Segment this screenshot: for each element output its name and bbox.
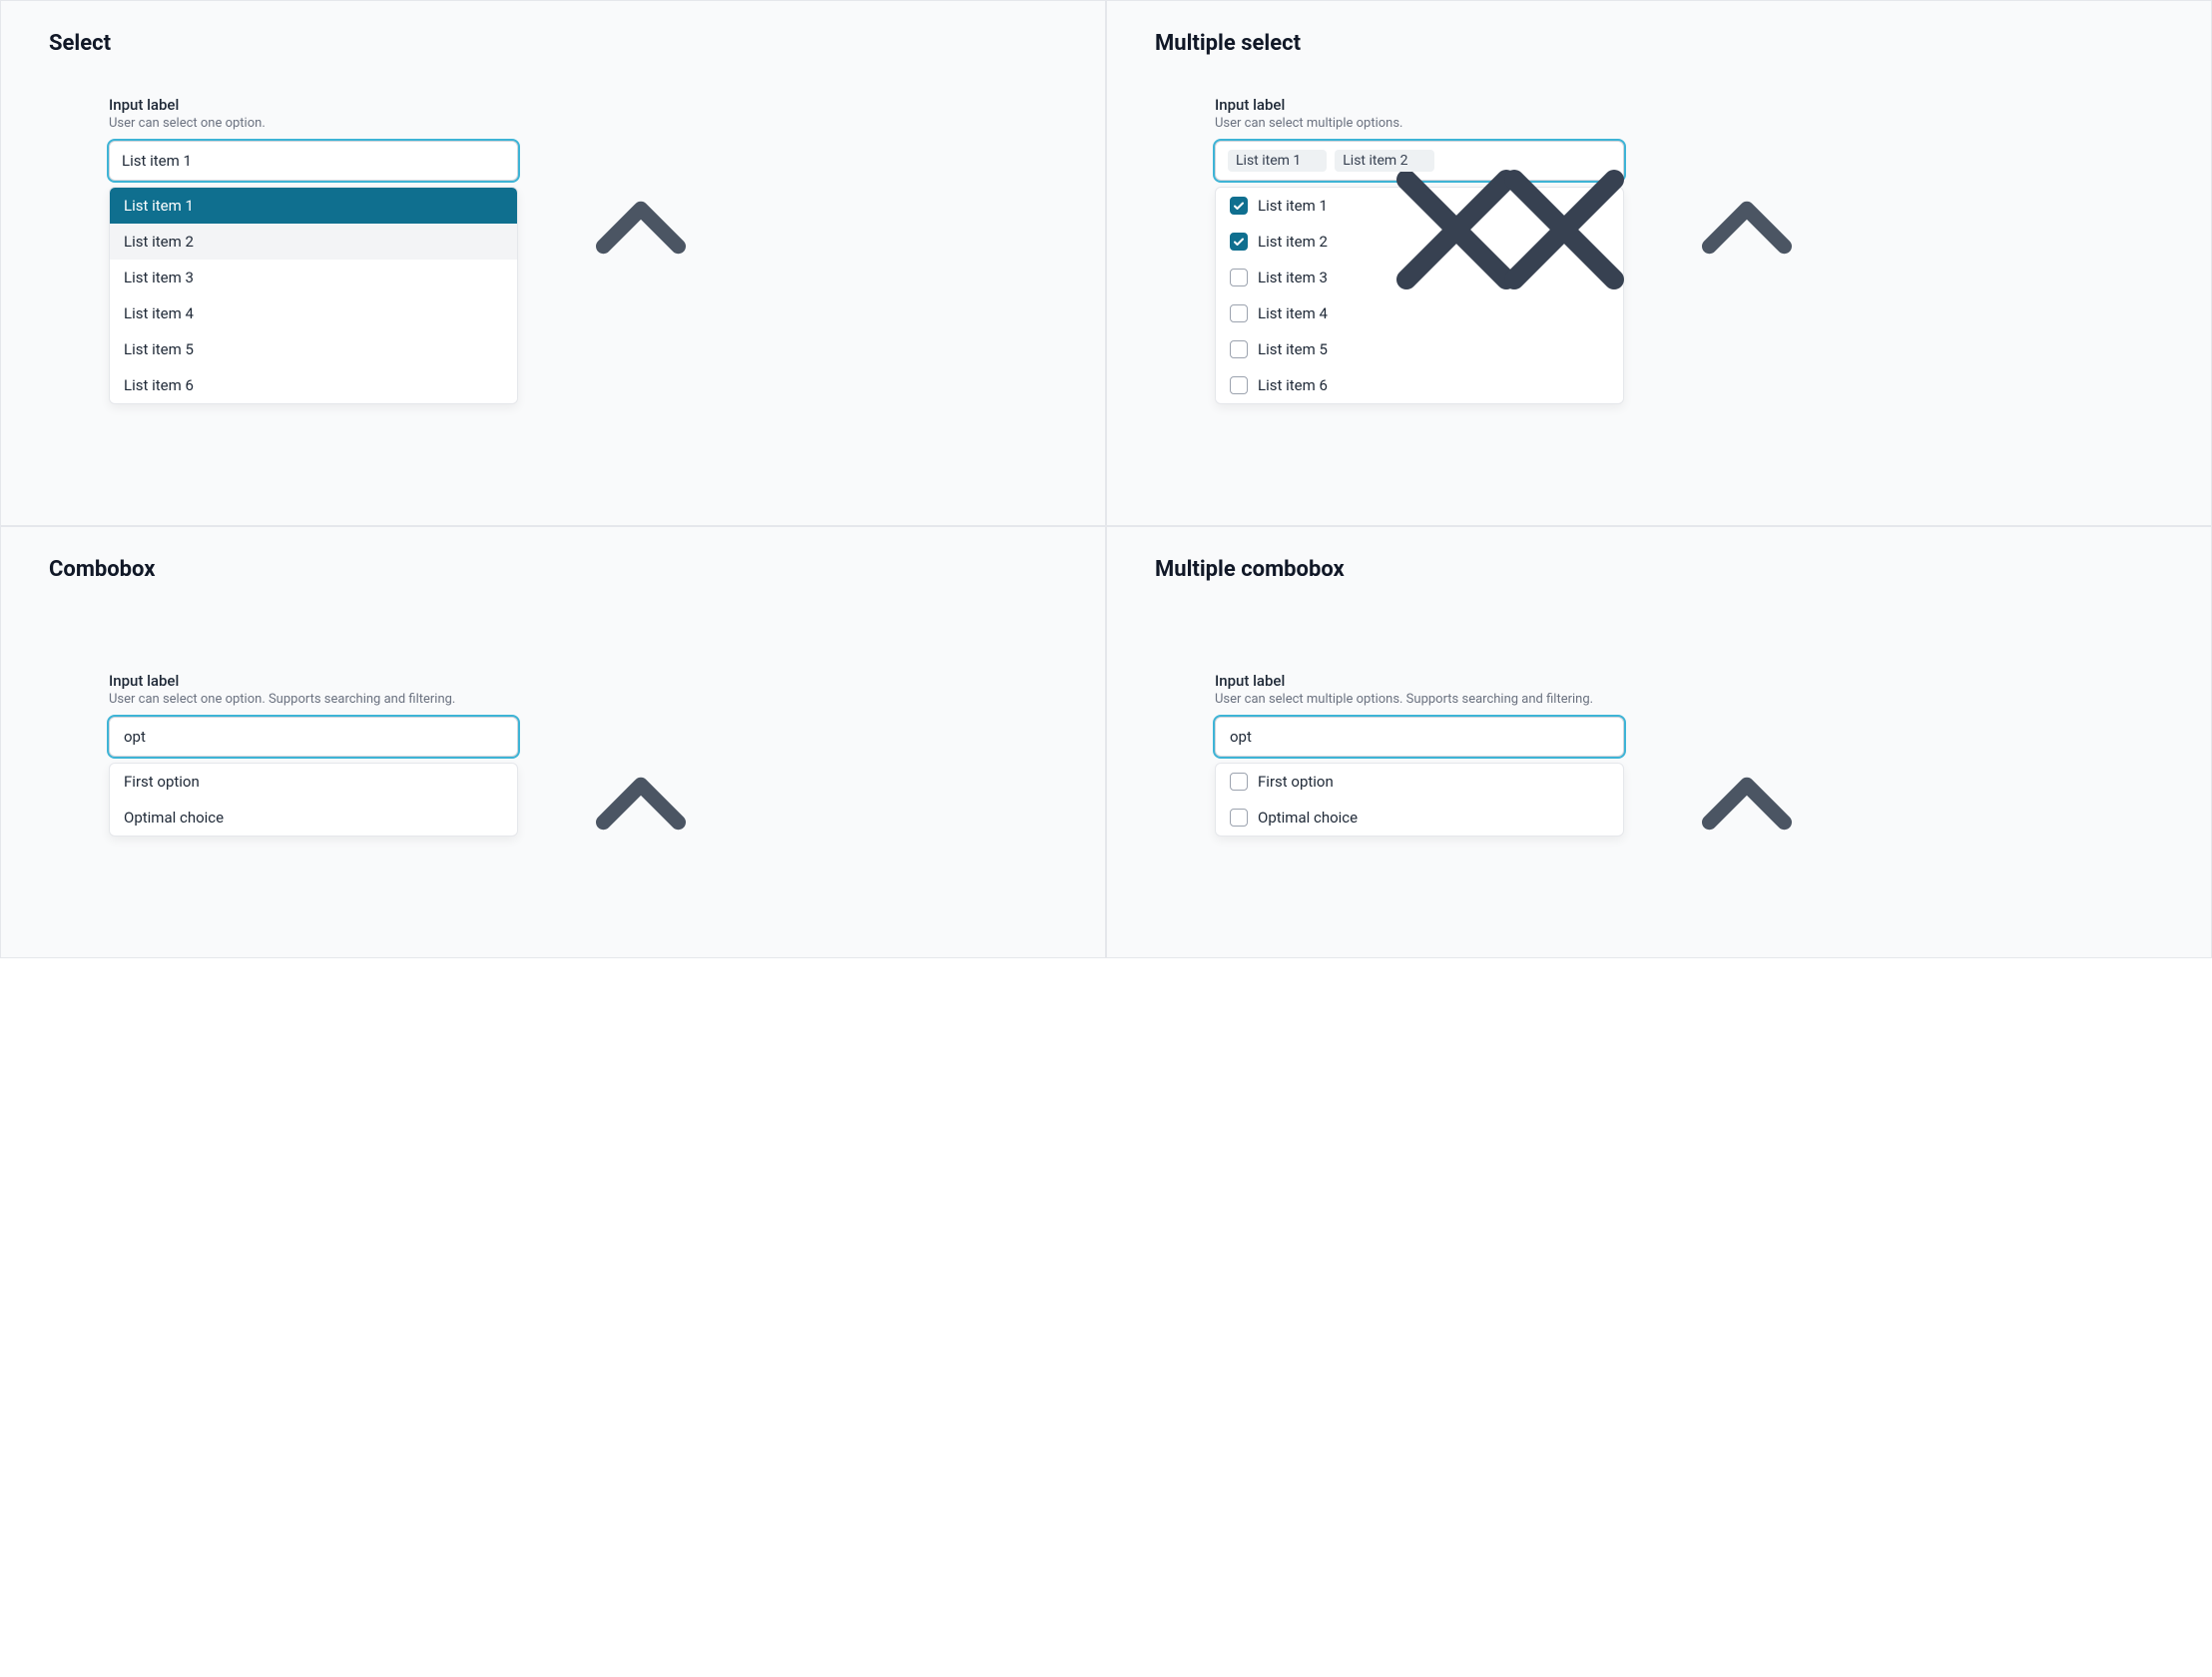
input-label: Input label: [1215, 672, 1624, 690]
checkbox-unchecked-icon[interactable]: [1230, 269, 1248, 286]
option-label: List item 3: [124, 269, 194, 286]
panel-title: Multiple combobox: [1155, 557, 2163, 582]
select-option[interactable]: List item 1: [110, 188, 517, 224]
helper-text: User can select one option.: [109, 116, 518, 131]
option-label: Optimal choice: [1258, 809, 1358, 827]
checkbox-unchecked-icon[interactable]: [1230, 304, 1248, 322]
chip: List item 1: [1228, 150, 1327, 172]
checkbox-unchecked-icon[interactable]: [1230, 773, 1248, 791]
combobox-dropdown: First option Optimal choice: [109, 763, 518, 837]
chevron-up-icon: [491, 729, 507, 745]
input-label: Input label: [109, 672, 518, 690]
multicombobox-input[interactable]: [1228, 727, 1587, 747]
multiselect-option[interactable]: List item 5: [1216, 331, 1623, 367]
input-label: Input label: [1215, 96, 1624, 114]
chip: List item 2: [1335, 150, 1433, 172]
combobox-option[interactable]: First option: [110, 764, 517, 800]
multicombobox-option[interactable]: Optimal choice: [1216, 800, 1623, 836]
option-label: List item 6: [1258, 376, 1328, 394]
select-dropdown: List item 1 List item 2 List item 3 List…: [109, 187, 518, 404]
combobox-control[interactable]: [109, 717, 518, 757]
panel-combobox: Combobox Input label User can select one…: [0, 526, 1106, 958]
helper-text: User can select one option. Supports sea…: [109, 692, 518, 707]
option-label: First option: [1258, 773, 1334, 791]
chevron-up-icon: [1597, 153, 1613, 169]
multicombobox-control[interactable]: [1215, 717, 1624, 757]
select-option[interactable]: List item 5: [110, 331, 517, 367]
checkbox-unchecked-icon[interactable]: [1230, 340, 1248, 358]
chevron-up-icon: [1597, 729, 1613, 745]
option-label: List item 5: [124, 340, 194, 358]
option-label: List item 6: [124, 376, 194, 394]
checkbox-checked-icon[interactable]: [1230, 233, 1248, 251]
panel-multicombobox: Multiple combobox Input label User can s…: [1106, 526, 2212, 958]
checkbox-checked-icon[interactable]: [1230, 197, 1248, 215]
input-label: Input label: [109, 96, 518, 114]
chip-label: List item 1: [1236, 153, 1301, 169]
helper-text: User can select multiple options. Suppor…: [1215, 692, 1624, 707]
combobox-option[interactable]: Optimal choice: [110, 800, 517, 836]
select-option[interactable]: List item 2: [110, 224, 517, 260]
option-label: List item 2: [124, 233, 194, 251]
select-value: List item 1: [122, 152, 192, 170]
option-label: List item 5: [1258, 340, 1328, 358]
option-label: First option: [124, 773, 200, 791]
panel-title: Combobox: [49, 557, 1057, 582]
option-label: List item 1: [124, 197, 194, 215]
option-label: List item 4: [124, 304, 194, 322]
chip-label: List item 2: [1343, 153, 1407, 169]
option-label: List item 4: [1258, 304, 1328, 322]
checkbox-unchecked-icon[interactable]: [1230, 809, 1248, 827]
multicombobox-option[interactable]: First option: [1216, 764, 1623, 800]
combobox-input[interactable]: [122, 727, 481, 747]
checkbox-unchecked-icon[interactable]: [1230, 376, 1248, 394]
select-option[interactable]: List item 3: [110, 260, 517, 295]
panel-select: Select Input label User can select one o…: [0, 0, 1106, 526]
multiselect-control[interactable]: List item 1 List item 2: [1215, 141, 1624, 181]
panel-title: Multiple select: [1155, 31, 2163, 56]
chevron-up-icon: [491, 153, 507, 169]
multiselect-option[interactable]: List item 6: [1216, 367, 1623, 403]
close-icon[interactable]: [1414, 155, 1426, 167]
option-label: Optimal choice: [124, 809, 224, 827]
panel-title: Select: [49, 31, 1057, 56]
close-icon[interactable]: [1307, 155, 1319, 167]
panel-multiselect: Multiple select Input label User can sel…: [1106, 0, 2212, 526]
select-control[interactable]: List item 1: [109, 141, 518, 181]
select-option[interactable]: List item 4: [110, 295, 517, 331]
helper-text: User can select multiple options.: [1215, 116, 1624, 131]
select-option[interactable]: List item 6: [110, 367, 517, 403]
multicombobox-dropdown: First option Optimal choice: [1215, 763, 1624, 837]
